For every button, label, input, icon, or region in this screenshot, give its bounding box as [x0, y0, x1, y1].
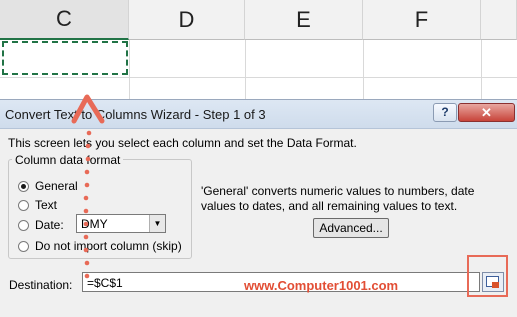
- gridline: [0, 77, 517, 78]
- destination-label: Destination:: [9, 278, 73, 292]
- dialog-title: Convert Text to Columns Wizard - Step 1 …: [5, 107, 266, 122]
- radio-skip[interactable]: Do not import column (skip): [18, 239, 182, 253]
- help-button[interactable]: ?: [433, 103, 457, 122]
- column-format-legend: Column data format: [12, 153, 124, 167]
- watermark-text: www.Computer1001.com: [244, 278, 399, 293]
- radio-skip-label: Do not import column (skip): [35, 239, 182, 253]
- column-header-d[interactable]: D: [129, 0, 245, 40]
- gridline: [245, 40, 246, 100]
- radio-text[interactable]: Text: [18, 198, 57, 212]
- column-header-next[interactable]: [481, 0, 517, 40]
- text-to-columns-dialog: Convert Text to Columns Wizard - Step 1 …: [0, 99, 517, 317]
- date-format-value: DMY: [81, 217, 108, 231]
- column-header-c[interactable]: C: [0, 0, 129, 40]
- intro-text: This screen lets you select each column …: [8, 136, 357, 150]
- radio-date[interactable]: Date:: [18, 218, 64, 232]
- advanced-button[interactable]: Advanced...: [313, 218, 389, 238]
- gridline: [481, 40, 482, 100]
- radio-button-icon[interactable]: [18, 219, 29, 231]
- radio-text-label: Text: [35, 198, 58, 212]
- gridline: [129, 40, 130, 100]
- radio-button-icon[interactable]: [18, 199, 29, 211]
- gridline: [363, 40, 364, 100]
- format-description: 'General' converts numeric values to num…: [201, 184, 475, 213]
- radio-general-label: General: [35, 179, 78, 193]
- radio-date-label: Date:: [35, 218, 64, 232]
- destination-value: =$C$1: [87, 276, 123, 290]
- dialog-titlebar[interactable]: Convert Text to Columns Wizard - Step 1 …: [0, 100, 517, 129]
- annotation-highlight-box: [467, 255, 508, 297]
- column-header-e[interactable]: E: [245, 0, 363, 40]
- date-format-select[interactable]: DMY ▼: [76, 214, 166, 233]
- radio-button-icon[interactable]: [18, 240, 29, 252]
- copy-marquee-cell-c1[interactable]: [2, 41, 128, 75]
- radio-button-icon[interactable]: [18, 180, 29, 192]
- close-button[interactable]: ✕: [458, 103, 515, 122]
- chevron-down-icon[interactable]: ▼: [149, 215, 165, 232]
- column-header-f[interactable]: F: [363, 0, 481, 40]
- spreadsheet-area: C D E F: [0, 0, 517, 100]
- radio-general[interactable]: General: [18, 179, 78, 193]
